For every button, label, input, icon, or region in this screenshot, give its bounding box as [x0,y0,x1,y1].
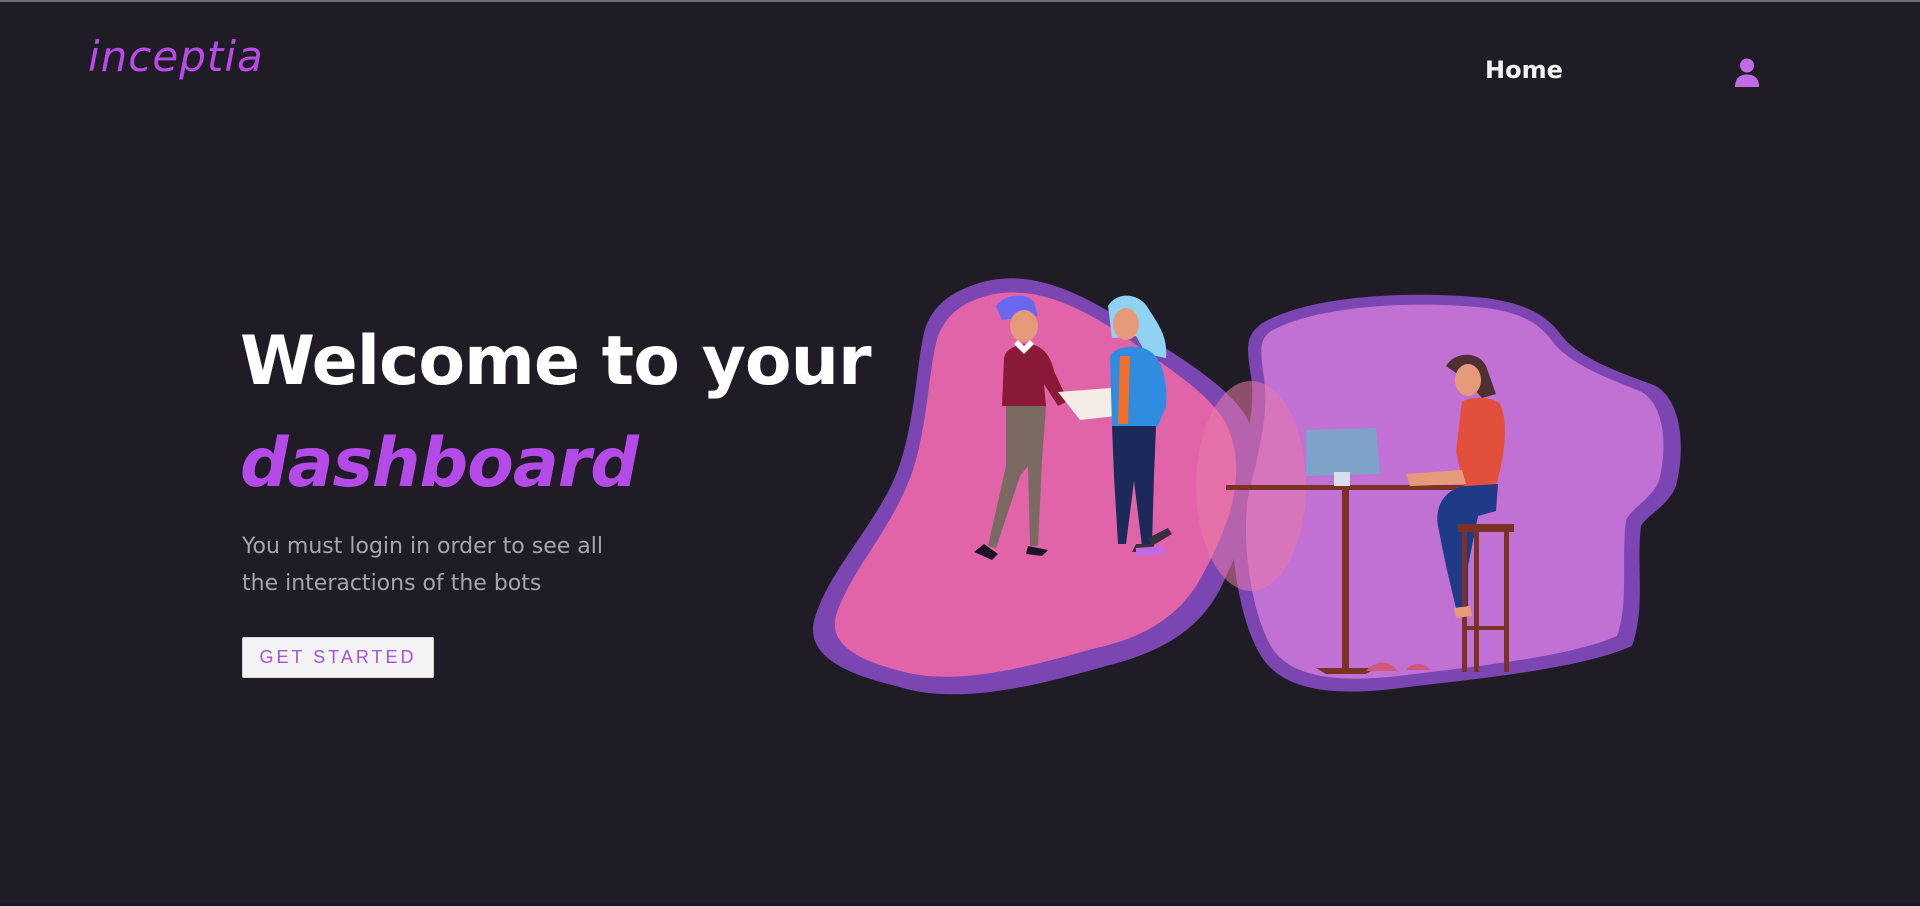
nav-home-link[interactable]: Home [1485,58,1563,82]
user-icon [1735,58,1759,87]
user-account-button[interactable] [1732,57,1762,89]
brand-logo[interactable]: inceptia [88,36,264,78]
team-working-illustration [812,278,1681,695]
hero-title: Welcome to your [240,322,872,401]
window-top-border [0,0,1920,2]
get-started-button[interactable]: GET STARTED [242,637,434,678]
hero-title-accent: dashboard [240,424,639,503]
hero-description: You must login in order to see all the i… [242,534,603,596]
